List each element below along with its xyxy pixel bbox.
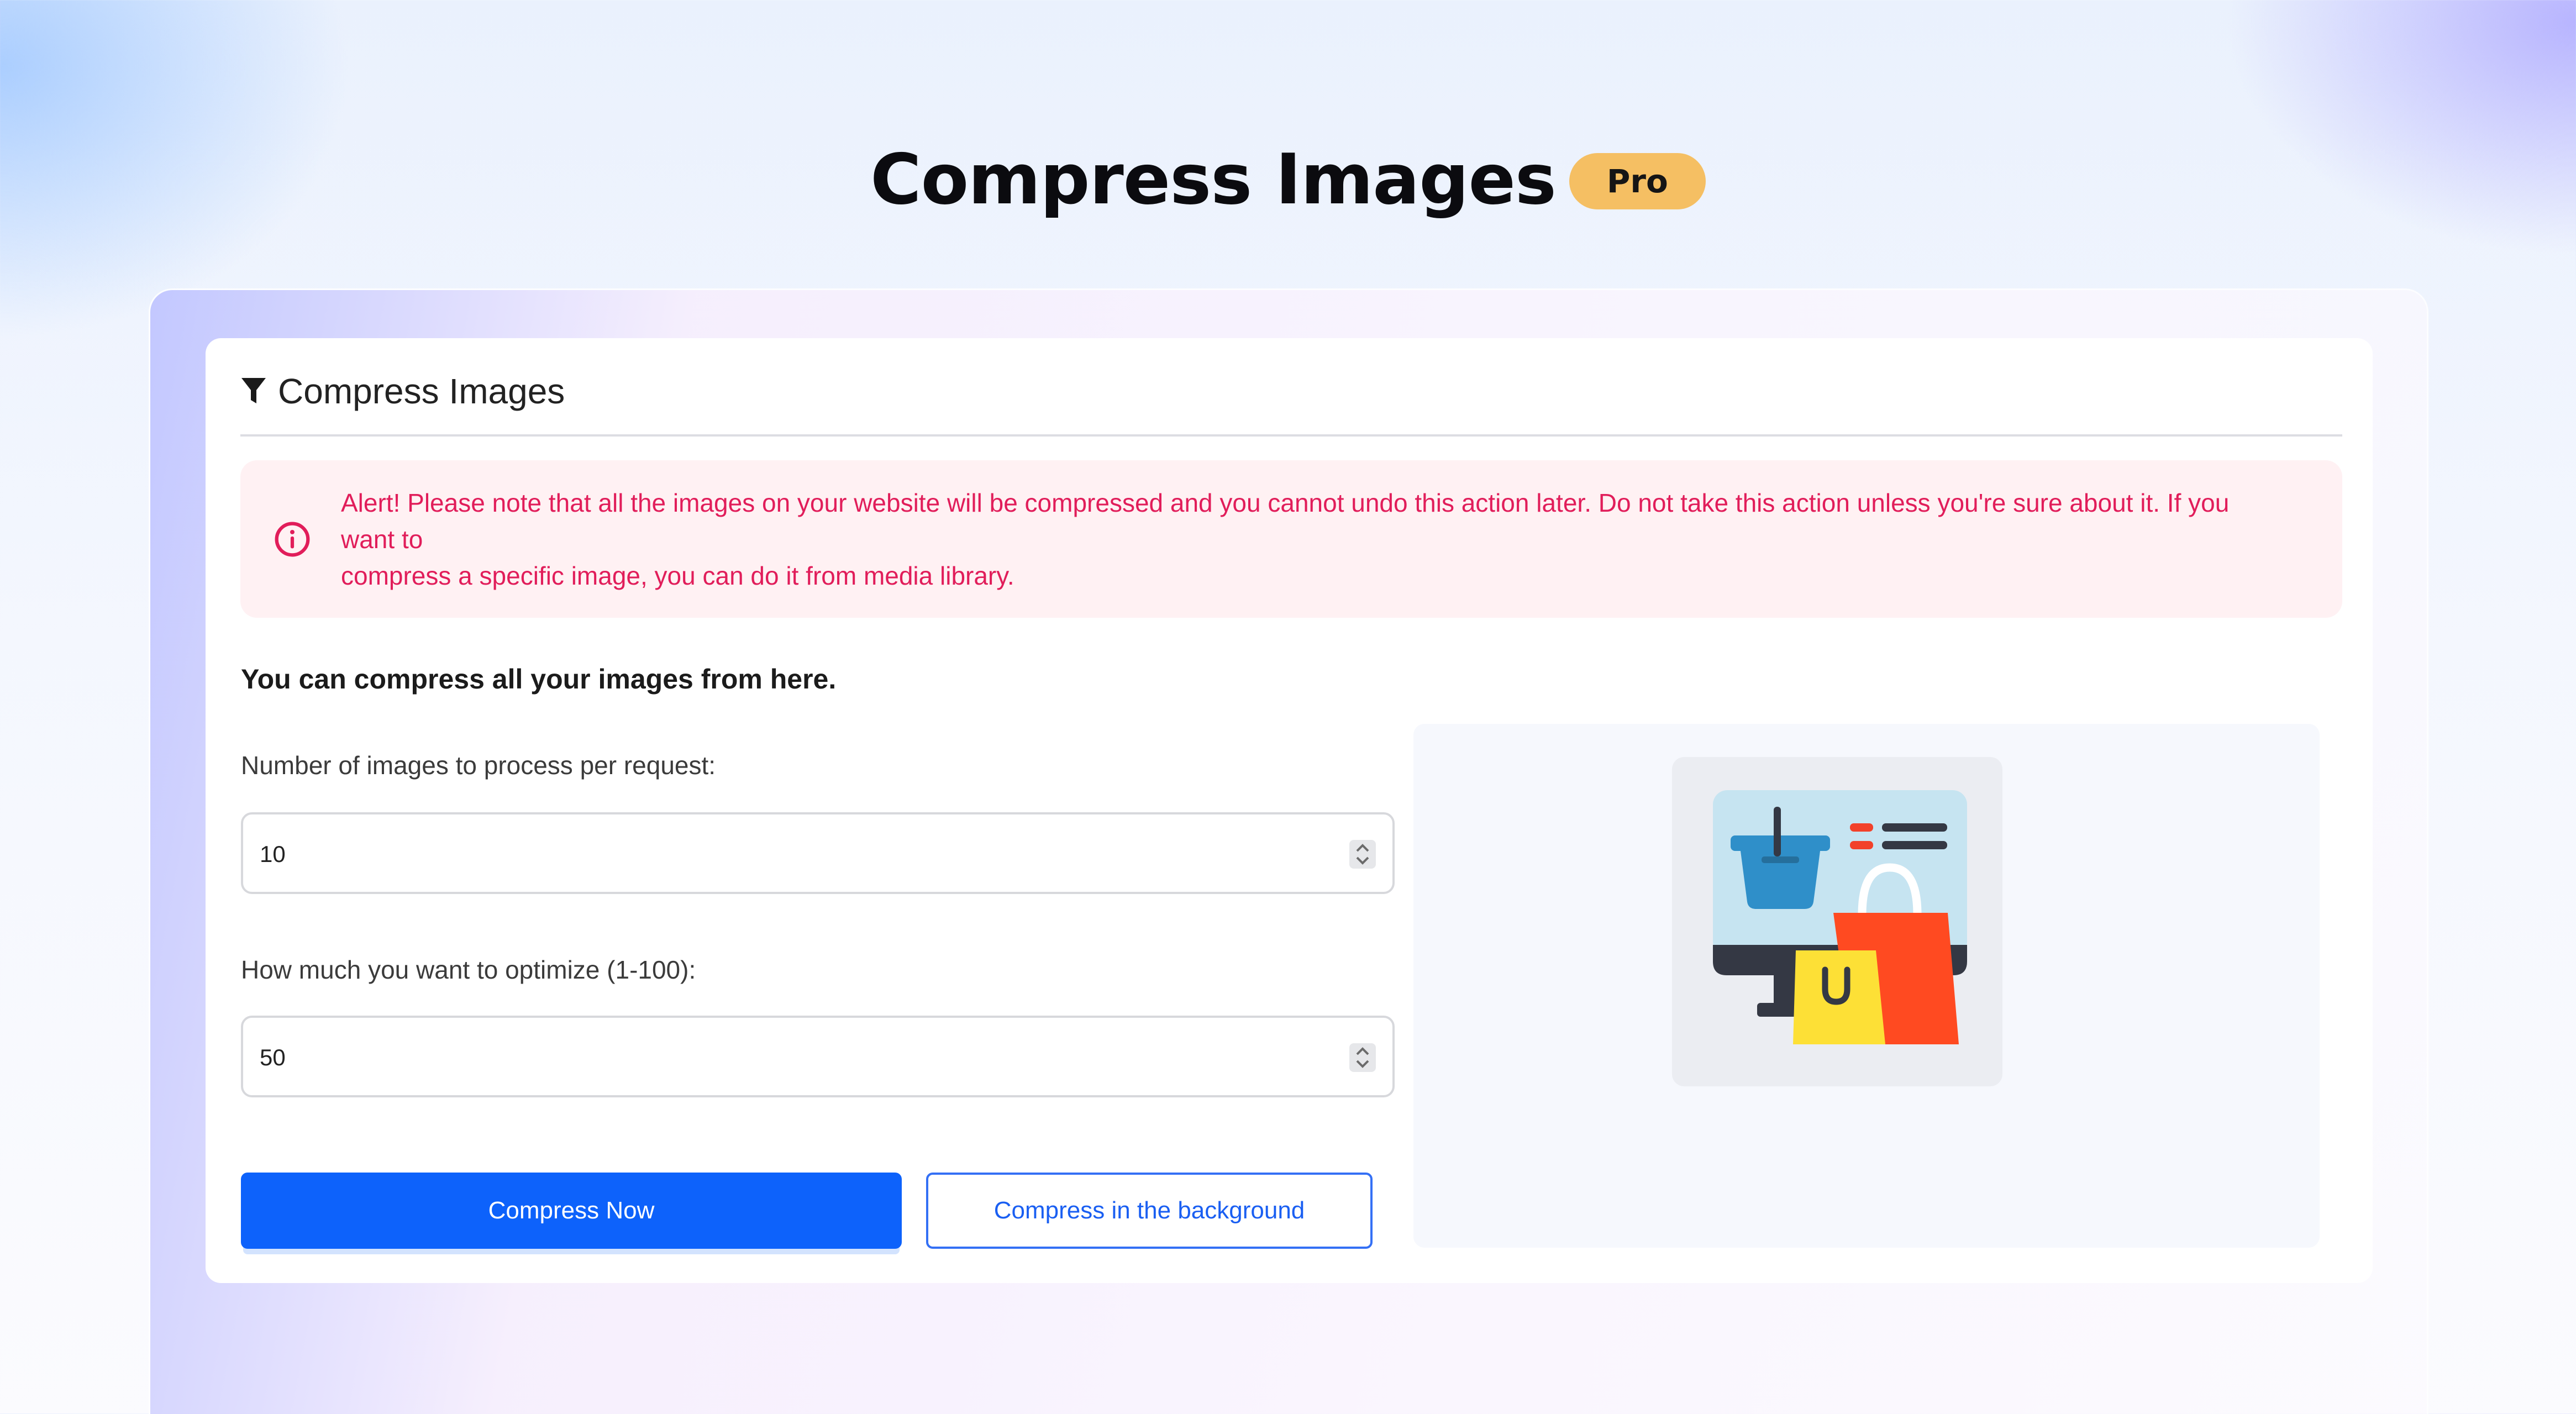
optimize-level-value: 50 bbox=[260, 1044, 286, 1070]
shopping-store-monitor-icon bbox=[1713, 790, 1967, 1044]
card-header: Compress Images bbox=[240, 365, 2342, 437]
optimize-level-label: How much you want to optimize (1-100): bbox=[241, 955, 696, 984]
stepper-arrows-icon[interactable] bbox=[1349, 1043, 1376, 1072]
filter-icon bbox=[241, 378, 266, 403]
section-lead: You can compress all your images from he… bbox=[241, 664, 837, 695]
compress-background-button[interactable]: Compress in the background bbox=[926, 1173, 1373, 1249]
alert-line: Alert! Please note that all the images o… bbox=[341, 488, 2230, 554]
alert-line: compress a specific image, you can do it… bbox=[341, 561, 1014, 590]
compress-now-button[interactable]: Compress Now bbox=[241, 1173, 902, 1249]
card-title: Compress Images bbox=[278, 371, 565, 411]
alert-warning: Alert! Please note that all the images o… bbox=[240, 460, 2342, 618]
alert-message: Alert! Please note that all the images o… bbox=[341, 485, 2276, 594]
images-per-request-label: Number of images to process per request: bbox=[241, 751, 716, 780]
optimize-level-input[interactable]: 50 bbox=[241, 1016, 1395, 1097]
page-header: Compress Images Pro bbox=[0, 133, 2576, 227]
stepper-arrows-icon[interactable] bbox=[1349, 840, 1376, 869]
info-circle-icon bbox=[275, 522, 310, 556]
images-per-request-input[interactable]: 10 bbox=[241, 812, 1395, 894]
page-title: Compress Images bbox=[870, 139, 1557, 220]
images-per-request-value: 10 bbox=[260, 841, 286, 867]
pro-badge: Pro bbox=[1569, 153, 1706, 209]
